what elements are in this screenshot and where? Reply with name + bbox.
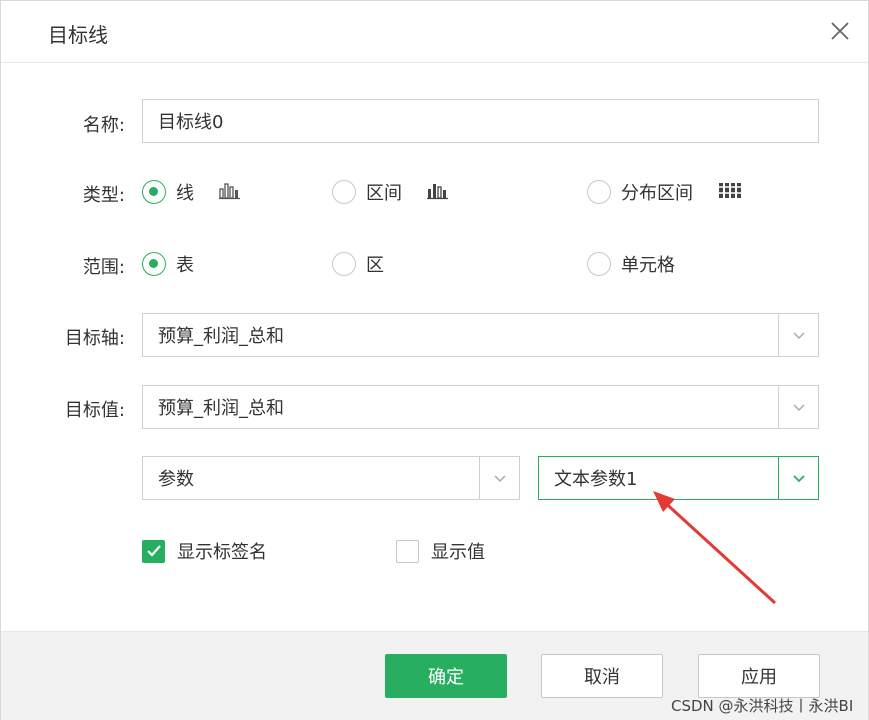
type-label: 类型:: [82, 185, 125, 206]
show-label-name-checkbox[interactable]: [142, 539, 165, 563]
scope-option-cell-label: 单元格: [621, 255, 675, 276]
type-option-distribution-label: 分布区间: [621, 183, 693, 204]
bar-chart-icon: [427, 180, 449, 204]
type-option-range-label: 区间: [366, 183, 402, 204]
close-icon[interactable]: [827, 18, 853, 44]
show-label-name-option[interactable]: 显示标签名: [142, 538, 267, 564]
type-option-distribution[interactable]: 分布区间: [587, 177, 742, 207]
dialog-title: 目标线: [48, 23, 108, 47]
param-name-value: 文本参数1: [554, 469, 638, 490]
radio-region[interactable]: [332, 252, 356, 276]
scope-option-table-label: 表: [176, 255, 194, 276]
ok-button[interactable]: 确定: [385, 654, 507, 698]
target-axis-value: 预算_利润_总和: [158, 326, 284, 347]
target-line-dialog: 目标线 名称: 目标线0 类型: 线 区间 分布区间 范围: 表 区 单元格 目…: [0, 0, 869, 720]
scope-option-table[interactable]: 表: [142, 249, 194, 279]
radio-table[interactable]: [142, 252, 166, 276]
check-icon: [146, 545, 161, 557]
dialog-titlebar: 目标线: [1, 1, 868, 63]
scope-option-region-label: 区: [366, 255, 384, 276]
target-axis-select[interactable]: 预算_利润_总和: [142, 313, 819, 357]
show-label-name-label: 显示标签名: [177, 542, 267, 563]
target-value-select[interactable]: 预算_利润_总和: [142, 385, 819, 429]
param-type-select[interactable]: 参数: [142, 456, 520, 500]
radio-line[interactable]: [142, 180, 166, 204]
apply-button[interactable]: 应用: [698, 654, 820, 698]
scope-label: 范围:: [82, 257, 125, 278]
show-value-label: 显示值: [431, 542, 485, 563]
target-value-value: 预算_利润_总和: [158, 398, 284, 419]
bar-chart-icon: [219, 180, 241, 204]
chevron-down-icon[interactable]: [778, 314, 818, 356]
type-option-range[interactable]: 区间: [332, 177, 449, 207]
watermark: CSDN @永洪科技丨永洪BI: [671, 697, 854, 715]
annotation-arrow-icon: [653, 491, 777, 605]
target-value-label: 目标值:: [64, 400, 125, 421]
radio-range[interactable]: [332, 180, 356, 204]
chevron-down-icon[interactable]: [778, 386, 818, 428]
show-value-option[interactable]: 显示值: [396, 538, 485, 564]
distribution-chart-icon: [718, 180, 742, 204]
chevron-down-icon[interactable]: [479, 457, 519, 499]
scope-option-region[interactable]: 区: [332, 249, 384, 279]
type-option-line[interactable]: 线: [142, 177, 241, 207]
name-label: 名称:: [82, 115, 125, 136]
param-type-value: 参数: [158, 469, 194, 490]
radio-cell[interactable]: [587, 252, 611, 276]
type-option-line-label: 线: [176, 183, 194, 204]
scope-option-cell[interactable]: 单元格: [587, 249, 675, 279]
target-axis-label: 目标轴:: [64, 328, 125, 349]
show-value-checkbox[interactable]: [396, 539, 419, 563]
name-input[interactable]: 目标线0: [142, 99, 819, 143]
cancel-button[interactable]: 取消: [541, 654, 663, 698]
radio-distribution[interactable]: [587, 180, 611, 204]
